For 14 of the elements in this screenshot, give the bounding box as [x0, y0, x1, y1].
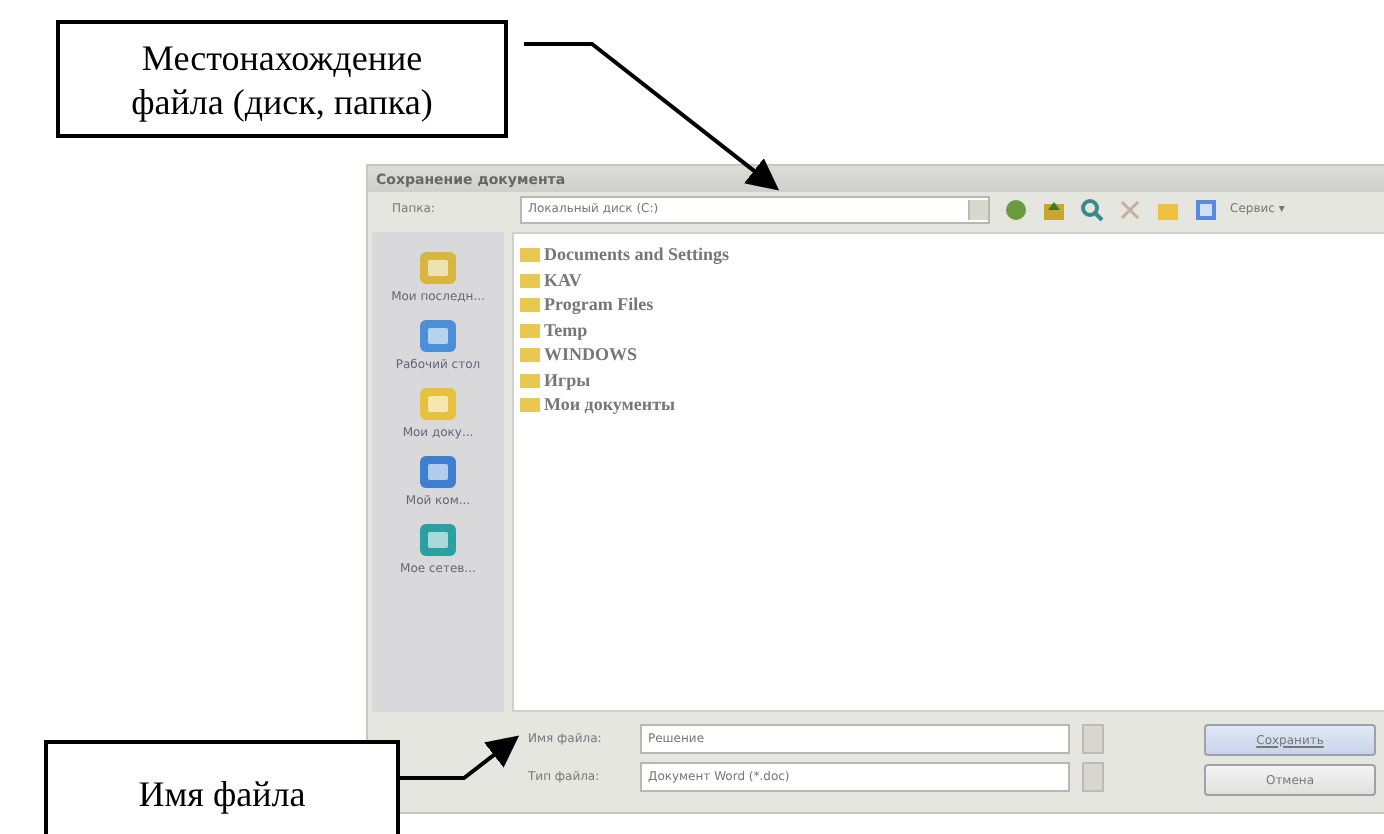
folder-item[interactable]: KAV — [544, 269, 582, 290]
folder-item[interactable]: Program Files — [544, 294, 654, 315]
search-icon[interactable] — [1080, 197, 1104, 221]
folder-item[interactable]: WINDOWS — [544, 344, 638, 365]
folder-item[interactable]: Temp — [544, 319, 588, 340]
delete-icon[interactable] — [1118, 197, 1142, 221]
folder-item[interactable]: Documents and Settings — [544, 244, 730, 265]
folder-item[interactable]: Мои документы — [544, 394, 676, 415]
callout-box: Имя файла — [44, 740, 400, 834]
folder-item[interactable]: Игры — [544, 369, 591, 390]
callout-box: Местонахождение файла (диск, папка) — [56, 20, 508, 138]
folder-up-icon[interactable] — [1042, 197, 1066, 221]
views-icon[interactable] — [1194, 197, 1218, 221]
leader-line — [396, 735, 520, 780]
